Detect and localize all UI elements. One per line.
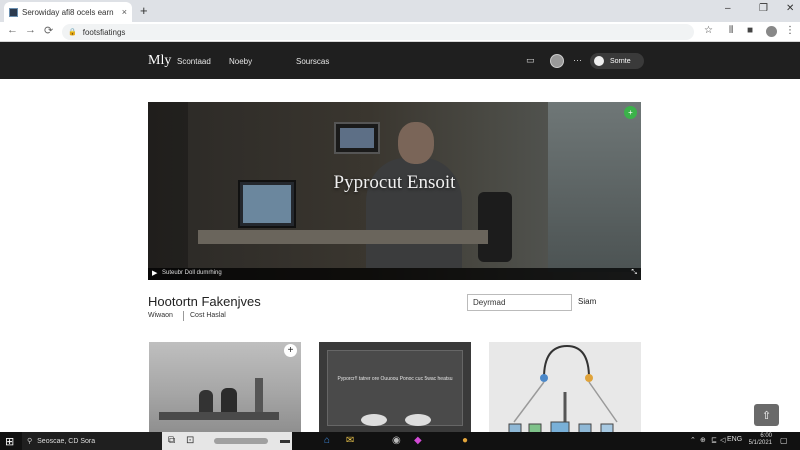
user-icon bbox=[594, 56, 604, 66]
expand-icon[interactable]: ⤡ bbox=[631, 269, 637, 277]
hero-title: Pyprocut Ensoit bbox=[333, 172, 456, 193]
new-tab-button[interactable]: + bbox=[140, 3, 148, 18]
taskbar-search-text: Seoscae, CD Sora bbox=[37, 437, 96, 445]
volume-icon[interactable]: ◁ bbox=[720, 436, 725, 444]
sign-in-button[interactable]: Sornte bbox=[590, 53, 644, 69]
taskbar-active-app[interactable]: ⧉ ⊡ ▬ bbox=[162, 432, 292, 450]
card1-image-person bbox=[221, 388, 237, 412]
address-bar[interactable]: 🔒 footsfiatings bbox=[62, 24, 694, 40]
close-window-icon[interactable]: ✕ bbox=[786, 3, 794, 14]
reload-icon[interactable]: ⟳ bbox=[44, 24, 53, 37]
minimize-icon[interactable]: – bbox=[725, 3, 731, 14]
card3-diagram bbox=[508, 344, 618, 434]
profile-avatar[interactable] bbox=[766, 26, 777, 37]
tray-expand-icon[interactable]: ⌃ bbox=[690, 436, 696, 444]
extensions-icon[interactable]: ⫴ bbox=[729, 25, 733, 36]
forward-icon[interactable]: → bbox=[25, 24, 36, 36]
hero-caption: Suteubr Doll dumrhing bbox=[162, 270, 222, 276]
bookmark-star-icon[interactable]: ☆ bbox=[704, 25, 713, 36]
card2-image-shape bbox=[405, 414, 431, 426]
site-header: Mly Scontaad Noeby Sourscas ▭ ··· Sornte bbox=[0, 42, 800, 79]
hero-caption-bar: ▶ Suteubr Doll dumrhing ⤡ bbox=[148, 268, 641, 280]
nav-link-1[interactable]: Scontaad bbox=[177, 57, 211, 66]
taskbar: ⊞ ⚲ Seoscae, CD Sora ⧉ ⊡ ▬ ⌂ ✉ ◉ ◆ ● ⌃ ⊕… bbox=[0, 432, 800, 450]
sidebar-icon[interactable]: ■ bbox=[747, 25, 753, 36]
sign-in-label: Sornte bbox=[610, 57, 631, 65]
scroll-to-top-button[interactable]: ⇧ bbox=[754, 404, 779, 426]
app-icon[interactable]: ⊡ bbox=[186, 435, 194, 446]
device-icon[interactable]: ▭ bbox=[526, 55, 535, 66]
taskbar-clock[interactable]: 6:00 5/1/2021 bbox=[742, 433, 772, 447]
app-icon[interactable]: ⧉ bbox=[168, 435, 175, 446]
tab-title: Serowiday afi8 ocels earn bbox=[22, 7, 114, 17]
browser-tab[interactable]: Serowiday afi8 ocels earn × bbox=[4, 2, 132, 22]
add-icon[interactable]: + bbox=[284, 344, 297, 357]
search-button[interactable]: Siam bbox=[578, 297, 596, 306]
browser-tab-strip: Serowiday afi8 ocels earn × + – ❐ ✕ bbox=[0, 0, 800, 22]
language-indicator[interactable]: ENG bbox=[727, 436, 742, 443]
more-icon[interactable]: ··· bbox=[573, 55, 582, 65]
search-input[interactable] bbox=[467, 294, 572, 311]
play-icon[interactable]: ▶ bbox=[152, 269, 157, 277]
taskbar-search[interactable]: ⚲ Seoscae, CD Sora bbox=[22, 432, 162, 450]
app-icon[interactable]: ◉ bbox=[392, 435, 401, 446]
app-icon[interactable]: ▬ bbox=[280, 435, 290, 446]
favicon-icon bbox=[9, 7, 18, 17]
close-tab-icon[interactable]: × bbox=[122, 7, 127, 17]
app-icon[interactable]: ◆ bbox=[414, 435, 422, 446]
content-card-1[interactable]: + bbox=[149, 342, 301, 434]
app-icon[interactable]: ⌂ bbox=[324, 435, 330, 446]
hero-banner[interactable]: Pyprocut Ensoit + ▶ Suteubr Doll dumrhin… bbox=[148, 102, 641, 280]
hero-add-icon[interactable]: + bbox=[624, 106, 637, 119]
start-button[interactable]: ⊞ bbox=[5, 435, 14, 448]
hero-wall-frame bbox=[334, 122, 380, 154]
hero-desk bbox=[198, 230, 488, 244]
clock-time: 6:00 bbox=[760, 433, 772, 439]
chrome-icon[interactable]: ● bbox=[462, 435, 468, 446]
card2-image-shape bbox=[361, 414, 387, 426]
content-card-3[interactable] bbox=[489, 342, 641, 434]
content-card-2[interactable]: Pyporcr!! tatrer ore Ouuoou Ponoc cuc 5w… bbox=[319, 342, 471, 434]
browser-menu-icon[interactable]: ⋮ bbox=[785, 25, 795, 36]
folder-icon[interactable]: ✉ bbox=[346, 435, 354, 446]
browser-toolbar: ← → ⟳ 🔒 footsfiatings ☆ ⫴ ■ ⋮ bbox=[0, 22, 800, 42]
nav-link-2[interactable]: Noeby bbox=[229, 57, 252, 66]
lock-icon: 🔒 bbox=[68, 29, 77, 36]
card1-image-table bbox=[159, 412, 279, 420]
subtab-1[interactable]: Wiwaon bbox=[148, 312, 173, 319]
subtab-divider bbox=[183, 311, 184, 321]
card2-image-text: Pyporcr!! tatrer ore Ouuoou Ponoc cuc 5w… bbox=[337, 376, 453, 382]
site-logo[interactable]: Mly bbox=[148, 53, 171, 69]
back-icon[interactable]: ← bbox=[7, 24, 18, 36]
clock-date: 5/1/2021 bbox=[748, 440, 772, 446]
notification-icon[interactable]: ▢ bbox=[780, 436, 788, 445]
search-icon: ⚲ bbox=[27, 438, 33, 445]
card1-image-person bbox=[199, 390, 213, 412]
card1-image-post bbox=[255, 378, 263, 412]
battery-icon[interactable]: ⊑ bbox=[711, 436, 717, 444]
subtab-2[interactable]: Cost Haslal bbox=[190, 312, 226, 319]
card2-image-screen bbox=[327, 350, 463, 426]
url-text: footsfiatings bbox=[82, 27, 126, 37]
hero-chair bbox=[478, 192, 512, 262]
app-progress-bar bbox=[214, 438, 268, 444]
maximize-icon[interactable]: ❐ bbox=[759, 3, 768, 14]
section-title: Hootortn Fakenjves bbox=[148, 294, 261, 309]
user-avatar[interactable] bbox=[550, 54, 564, 68]
nav-link-3[interactable]: Sourscas bbox=[296, 57, 329, 66]
network-icon[interactable]: ⊕ bbox=[700, 436, 706, 444]
hero-person-head bbox=[398, 122, 434, 164]
